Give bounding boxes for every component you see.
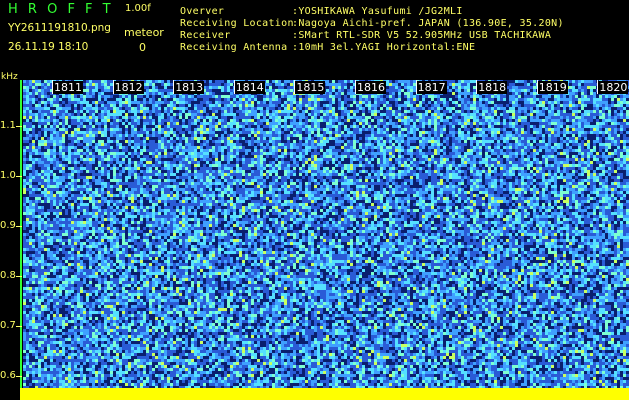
time-tick <box>597 80 599 94</box>
time-tick <box>355 80 356 94</box>
app-version: 1.00f <box>125 3 151 14</box>
meteor-count: 0 <box>139 41 146 54</box>
time-tick <box>112 80 114 94</box>
image-filename: YY2611191810.png <box>8 22 111 34</box>
info-location: Receiving Location:Nagoya Aichi-pref. JA… <box>180 18 564 29</box>
time-label: 1811 <box>53 81 83 94</box>
spectrogram-noise <box>23 80 629 388</box>
y-tick-label: 1.1 <box>0 121 16 131</box>
time-tick <box>294 80 296 94</box>
y-tick-mark <box>16 326 22 327</box>
info-antenna-value: :10mH 3el.YAGI Horizontal:ENE <box>292 42 475 53</box>
y-tick-label: 0.9 <box>0 221 16 231</box>
info-observer-value: :YOSHIKAWA Yasufumi /JG2MLI <box>292 6 463 17</box>
y-axis-unit: kHz <box>1 72 18 82</box>
info-receiver-key: Receiver <box>180 30 292 41</box>
info-location-value: :Nagoya Aichi-pref. JAPAN (136.90E, 35.2… <box>292 18 564 29</box>
time-tick <box>233 80 235 94</box>
time-tick <box>536 80 538 94</box>
y-tick-label: 0.8 <box>0 271 16 281</box>
info-receiver-value: :SMart RTL-SDR V5 52.905MHz USB TACHIKAW… <box>292 30 551 41</box>
spectrogram-area <box>23 80 629 388</box>
time-label: 1814 <box>234 81 265 94</box>
info-antenna-key: Receiving Antenna <box>180 42 292 53</box>
capture-datetime: 26.11.19 18:10 <box>8 41 88 53</box>
y-tick-mark <box>16 176 22 177</box>
time-label: 1816 <box>356 81 386 94</box>
y-tick-mark <box>16 276 22 277</box>
time-label: 1812 <box>113 81 144 94</box>
time-tick <box>52 80 53 94</box>
time-tick <box>173 80 175 94</box>
info-observer: Overver:YOSHIKAWA Yasufumi /JG2MLI <box>180 6 463 17</box>
info-location-key: Receiving Location <box>180 18 293 29</box>
time-tick <box>415 80 417 94</box>
time-label: 1818 <box>477 81 508 94</box>
info-observer-key: Overver <box>180 6 292 17</box>
meteor-label: meteor <box>124 26 164 39</box>
app-logo: H R O F F T <box>8 2 114 17</box>
y-tick-mark <box>16 376 22 377</box>
time-label: 1820 <box>598 81 629 94</box>
y-tick-label: 1.0 <box>0 171 16 181</box>
y-tick-mark <box>16 226 22 227</box>
time-label: 1817 <box>416 81 447 94</box>
info-antenna: Receiving Antenna:10mH 3el.YAGI Horizont… <box>180 42 475 53</box>
info-receiver: Receiver:SMart RTL-SDR V5 52.905MHz USB … <box>180 30 551 41</box>
time-tick <box>476 80 478 94</box>
time-label: 1813 <box>174 81 205 94</box>
noise-floor-band <box>20 388 629 400</box>
y-tick-mark <box>16 126 22 127</box>
y-tick-label: 0.7 <box>0 321 16 331</box>
y-tick-label: 0.6 <box>0 371 16 381</box>
time-label: 1815 <box>295 81 326 94</box>
hrofft-window: H R O F F T 1.00f YY2611191810.png 26.11… <box>0 0 629 400</box>
time-label: 1819 <box>537 81 568 94</box>
